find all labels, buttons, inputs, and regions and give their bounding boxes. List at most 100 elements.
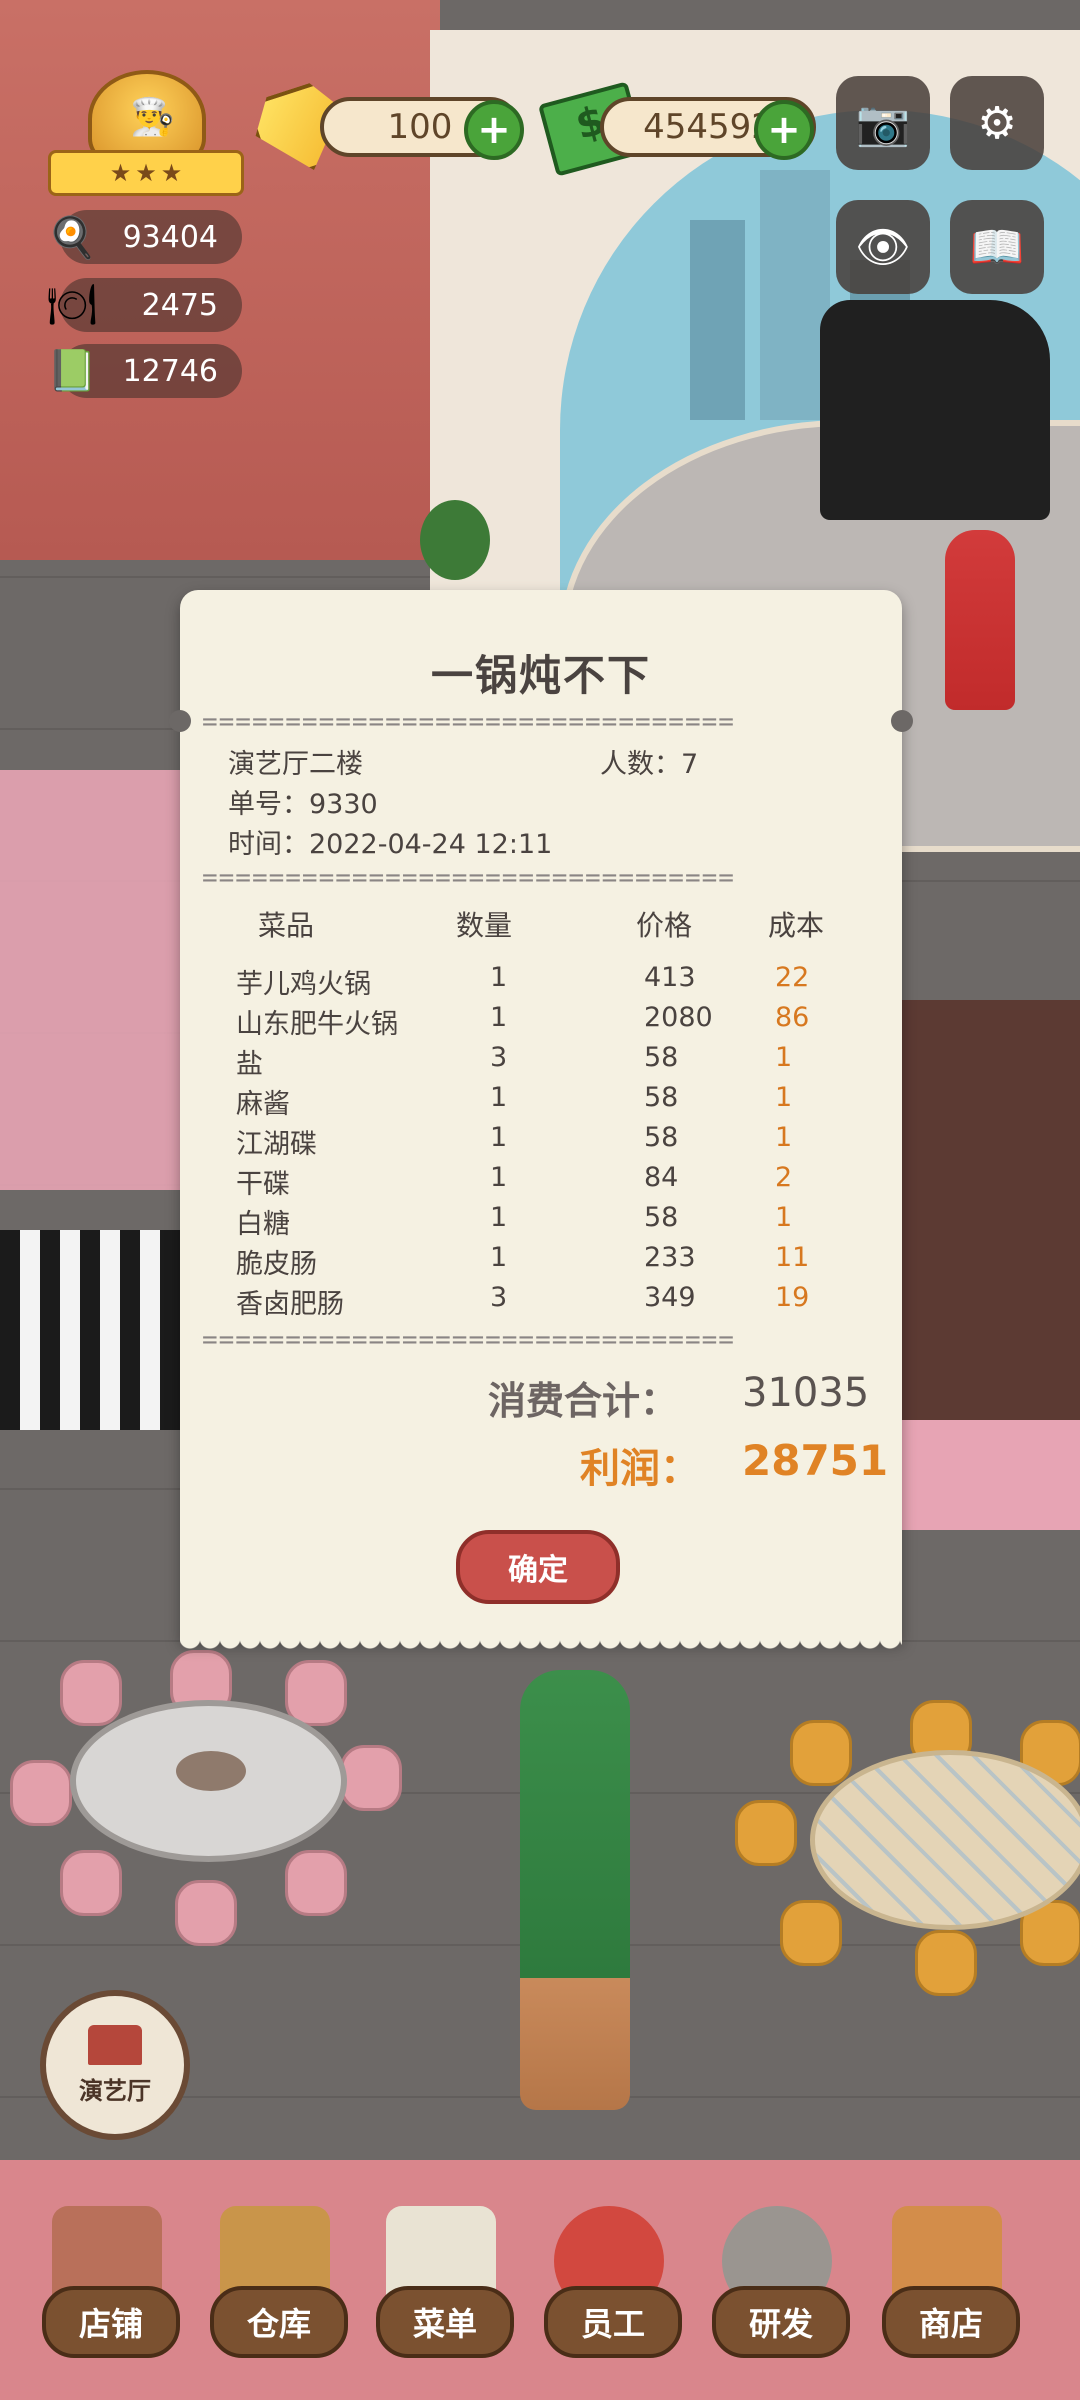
flower-planter [520,1670,630,2110]
nav-label: 研发 [712,2286,850,2358]
dish-quantity: 1 [490,962,508,993]
receipt-notch [891,710,913,732]
dish-name: 脆皮肠 [236,1249,317,1280]
chair [735,1800,797,1866]
potted-plant [420,500,490,580]
order-time: 时间：2022-04-24 12:11 [228,829,553,860]
receipt-item-row: 芋儿鸡火锅 1 413 22 [180,962,902,1002]
dish-quantity: 3 [490,1282,508,1313]
nav-research[interactable]: 研发 [702,2190,852,2390]
dish-name: 盐 [236,1049,263,1080]
receipt-item-row: 盐 3 58 1 [180,1042,902,1082]
star-icon: ★ [135,159,157,187]
dish-cost: 22 [775,962,810,993]
receipt-item-row: 白糖 1 58 1 [180,1202,902,1242]
star-icon: ★ [160,159,183,187]
chef-rank-badge[interactable]: 👨‍🍳 ★ ★ ★ [48,70,244,196]
chair [60,1850,122,1916]
striped-wall [0,1230,200,1430]
settings-button[interactable]: ⚙ [950,76,1044,170]
pink-rug-right [900,1420,1080,1530]
people-count: 人数：7 [600,749,699,780]
dish-cost: 2 [775,1162,793,1193]
dish-quantity: 1 [490,1202,508,1233]
confirm-button[interactable]: 确定 [456,1530,620,1604]
dish-cost: 1 [775,1042,793,1073]
receipt-dialog: 一锅炖不下 ================================ 演… [169,590,913,1658]
dish-name: 麻酱 [236,1089,290,1120]
profit-label: 利润： [580,1446,700,1492]
stat-value-2: 2475 [141,287,218,323]
dish-name: 香卤肥肠 [236,1289,344,1320]
divider: ================================ [202,870,735,886]
dish-quantity: 1 [490,1082,508,1113]
order-number: 单号：9330 [228,789,378,820]
dish-quantity: 1 [490,1122,508,1153]
nav-store[interactable]: 店铺 [32,2190,182,2390]
camera-button[interactable]: 📷 [836,76,930,170]
receipt-item-row: 干碟 1 84 2 [180,1162,902,1202]
receipt-title: 一锅炖不下 [430,651,651,700]
column-price: 价格 [636,909,693,942]
column-dish: 菜品 [258,909,315,942]
dish-price: 233 [644,1242,696,1273]
dish-name: 江湖碟 [236,1129,317,1160]
nav-label: 仓库 [210,2286,348,2358]
nav-label: 店铺 [42,2286,180,2358]
receipt-item-row: 江湖碟 1 58 1 [180,1122,902,1162]
chair [915,1930,977,1996]
nav-warehouse[interactable]: 仓库 [200,2190,350,2390]
chair [340,1745,402,1811]
dish-price: 413 [644,962,696,993]
round-table-left[interactable] [70,1700,347,1862]
dish-cost: 1 [775,1082,793,1113]
receipt-item-row: 香卤肥肠 3 349 19 [180,1282,902,1322]
dish-name: 芋儿鸡火锅 [236,969,371,1000]
gem-count: 100 [387,107,453,147]
dish-quantity: 3 [490,1042,508,1073]
receipt-item-row: 山东肥牛火锅 1 2080 86 [180,1002,902,1042]
dish-price: 58 [644,1042,679,1073]
chair [285,1850,347,1916]
dish-price: 58 [644,1202,679,1233]
recipe-book-icon: 📗 [47,347,97,394]
divider: ================================ [202,714,735,730]
dish-cost: 11 [775,1242,810,1273]
column-cost: 成本 [768,909,825,942]
rank-stars: ★ ★ ★ [48,150,244,196]
dish-price: 349 [644,1282,696,1313]
dining-booth-right[interactable] [900,1000,1080,1460]
dish-cost: 19 [775,1282,810,1313]
serving-dome-icon: 🍽 [46,281,98,328]
dish-quantity: 1 [490,1242,508,1273]
nav-staff[interactable]: 员工 [534,2190,684,2390]
nav-label: 菜单 [376,2286,514,2358]
dish-price: 2080 [644,1002,713,1033]
receipt-item-row: 麻酱 1 58 1 [180,1082,902,1122]
dish-price: 58 [644,1122,679,1153]
dish-price: 84 [644,1162,679,1193]
nav-shop[interactable]: 商店 [872,2190,1022,2390]
chair [60,1660,122,1726]
chair [175,1880,237,1946]
floor-label: 演艺厅 [79,2076,151,2105]
view-button[interactable]: 👁 [836,200,930,294]
divider: ================================ [202,1332,735,1348]
opera-performer[interactable] [945,530,1015,710]
floor-switch-button[interactable]: 演艺厅 [40,1990,190,2140]
camera-icon: 📷 [855,98,911,149]
round-table-right[interactable] [810,1750,1080,1930]
add-cash-button[interactable]: + [754,100,814,160]
column-quantity: 数量 [456,909,513,942]
chair [790,1720,852,1786]
piano [820,300,1050,520]
nav-menu[interactable]: 菜单 [366,2190,516,2390]
receipt-item-row: 脆皮肠 1 233 11 [180,1242,902,1282]
dish-name: 白糖 [236,1209,290,1240]
add-gems-button[interactable]: + [464,100,524,160]
help-book-icon: 📖 [969,222,1025,273]
dish-name: 山东肥牛火锅 [236,1009,398,1040]
stat-value-3: 12746 [122,353,218,389]
guide-button[interactable]: 📖 [950,200,1044,294]
chair [285,1660,347,1726]
